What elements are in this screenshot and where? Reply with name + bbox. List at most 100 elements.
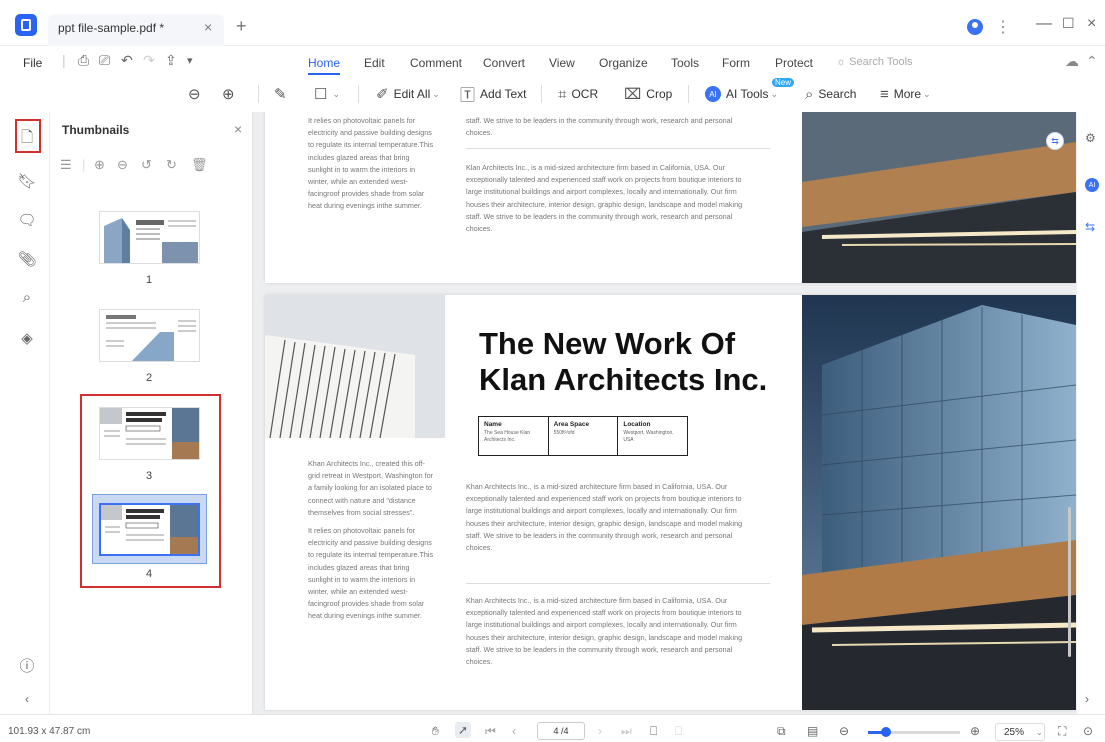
menu-tab-edit[interactable]: Edit: [364, 56, 385, 70]
page4-column2-text-b: Khan Architects Inc., is a mid-sized arc…: [466, 595, 786, 668]
menu-divider: |: [62, 52, 66, 68]
text-box-icon: 🅃: [460, 86, 476, 104]
edit-all-button[interactable]: ✐ Edit All ⌄: [376, 84, 440, 104]
zoom-out-button[interactable]: ⊖: [188, 84, 206, 104]
page3-column1-text: It relies on photovoltaic panels for ele…: [308, 115, 458, 213]
select-tool-icon[interactable]: ➚: [455, 722, 471, 738]
menu-tab-tools[interactable]: Tools: [671, 56, 699, 70]
text-line: houses their architecture, interior desi…: [466, 632, 743, 642]
fit-icon[interactable]: ⊙: [1083, 724, 1093, 738]
add-text-button[interactable]: 🅃 Add Text: [460, 84, 527, 104]
right-rail: [1076, 112, 1105, 714]
window-close-icon[interactable]: ×: [1087, 15, 1096, 33]
menu-tab-view[interactable]: View: [549, 56, 575, 70]
page-translate-icon[interactable]: ⇆: [1046, 132, 1064, 150]
vertical-scrollbar[interactable]: [1068, 507, 1071, 657]
search-icon[interactable]: ⌕: [17, 289, 37, 306]
zoom-in-icon: ⊕: [222, 86, 235, 103]
save-icon[interactable]: ⎙: [78, 52, 89, 69]
zoom-slider-handle[interactable]: [881, 727, 891, 737]
thumbnail-zoom-in-icon[interactable]: ⊕: [94, 157, 105, 173]
text-line: themselves from social stresses".: [308, 507, 415, 517]
translate-icon[interactable]: ⇆: [1085, 220, 1095, 234]
last-page-icon[interactable]: ⏭︎: [621, 724, 632, 739]
page-number-input[interactable]: 4 /4: [537, 722, 585, 740]
more-button[interactable]: ≡ More ⌄: [880, 84, 931, 104]
first-page-icon[interactable]: ⏮︎: [485, 724, 496, 739]
rotate-left-icon[interactable]: ↺: [141, 157, 152, 173]
next-page-icon[interactable]: ›: [598, 724, 602, 738]
fullscreen-icon[interactable]: ⛶: [1058, 724, 1066, 739]
layers-icon[interactable]: ◈: [17, 329, 37, 347]
minimize-icon[interactable]: —: [1036, 15, 1052, 33]
text-line: to regulate its internal temperature.Thi…: [308, 550, 434, 560]
expand-right-icon[interactable]: ›: [1085, 692, 1089, 706]
page4-heading-line1: The New Work Of: [479, 326, 736, 361]
bookmark-icon[interactable]: 🔖︎: [17, 172, 37, 190]
zoom-in-button[interactable]: ⊕: [222, 84, 240, 104]
page-thumbnail[interactable]: [99, 211, 200, 264]
undo-icon[interactable]: ↶: [121, 52, 133, 69]
document-viewport[interactable]: It relies on photovoltaic panels for ele…: [253, 112, 1076, 714]
divider-line: [466, 148, 770, 149]
hand-tool-icon[interactable]: ✋︎: [432, 724, 439, 739]
more-label: More: [893, 87, 922, 101]
fit-width-icon[interactable]: ⎕: [675, 724, 682, 739]
ai-tools-button[interactable]: AI AI Tools ⌄: [705, 84, 778, 104]
page3-column2-text-a: staff. We strive to be leaders in the co…: [466, 115, 786, 139]
collapse-ribbon-icon[interactable]: ⌃: [1086, 53, 1098, 70]
thumbnail-zoom-out-icon[interactable]: ⊖: [117, 157, 128, 173]
menu-tab-organize[interactable]: Organize: [599, 56, 648, 70]
page-layout-icon[interactable]: ⧉: [777, 724, 786, 739]
ocr-label: OCR: [571, 87, 599, 101]
quick-access-dropdown-icon[interactable]: ▾: [187, 54, 193, 67]
attachment-icon[interactable]: 📎︎: [17, 250, 37, 268]
zoom-out-small-icon[interactable]: ⊖: [839, 724, 849, 738]
print-icon[interactable]: ⎚: [99, 52, 110, 69]
more-options-icon[interactable]: ⋮: [995, 17, 1011, 37]
redo-icon[interactable]: ↷: [143, 52, 155, 69]
zoom-in-small-icon[interactable]: ⊕: [970, 724, 980, 738]
collapse-left-icon[interactable]: ‹: [17, 692, 37, 706]
shape-button[interactable]: ☐ ⌄: [314, 84, 340, 104]
maximize-icon[interactable]: ☐: [1062, 15, 1075, 32]
new-tab-icon[interactable]: +: [236, 16, 247, 37]
tab-close-icon[interactable]: ×: [204, 19, 212, 35]
thumbnail-list-icon[interactable]: ☰: [60, 157, 72, 173]
menu-file[interactable]: File: [23, 56, 42, 70]
menu-tab-protect[interactable]: Protect: [775, 56, 813, 70]
menu-tab-convert[interactable]: Convert: [483, 56, 525, 70]
text-line: Khan Architects Inc., is a mid-sized arc…: [466, 482, 728, 491]
search-tools-field[interactable]: ☼ Search Tools: [836, 56, 913, 68]
account-avatar-icon[interactable]: [967, 19, 983, 35]
share-icon[interactable]: ⇪: [165, 52, 177, 69]
thumbnails-close-icon[interactable]: ×: [234, 121, 242, 137]
rotate-right-icon[interactable]: ↻: [166, 157, 177, 173]
text-line: a family looking for an isolated place t…: [308, 483, 432, 493]
fit-page-icon[interactable]: ⎕: [650, 724, 657, 739]
ocr-button[interactable]: ⌗ OCR: [558, 84, 598, 104]
edit-pen-icon: ✐: [376, 86, 389, 103]
cloud-upload-icon[interactable]: ☁: [1065, 53, 1079, 70]
page-thumbnails-icon[interactable]: 🗋: [17, 127, 37, 152]
ai-assistant-icon[interactable]: AI: [1085, 178, 1099, 192]
delete-page-icon[interactable]: 🗑︎: [191, 157, 208, 173]
help-icon[interactable]: ⓘ: [17, 655, 37, 676]
previous-page-icon[interactable]: ‹: [512, 724, 516, 738]
search-button[interactable]: ⌕ Search: [805, 84, 856, 104]
thumbnail-preview: [100, 212, 199, 263]
comment-icon[interactable]: 🗨︎: [17, 211, 37, 229]
page-thumbnail[interactable]: [99, 309, 200, 362]
crop-button[interactable]: ⌧ Crop: [624, 84, 672, 104]
menu-tab-home[interactable]: Home: [308, 56, 340, 70]
menu-tab-form[interactable]: Form: [722, 56, 750, 70]
highlight-button[interactable]: ✎: [274, 84, 292, 104]
search-tools-placeholder: Search Tools: [849, 56, 913, 68]
view-mode-icon[interactable]: ▤: [807, 724, 818, 738]
properties-sliders-icon[interactable]: ⚙: [1085, 131, 1096, 145]
menu-tab-comment[interactable]: Comment: [410, 56, 462, 70]
text-line: exceptionally talented and experienced s…: [466, 175, 742, 185]
zoom-level-select[interactable]: 25% ⌄: [995, 723, 1045, 741]
ocr-scan-icon: ⌗: [558, 85, 567, 103]
text-line: staff. We strive to be leaders in the co…: [466, 530, 733, 540]
